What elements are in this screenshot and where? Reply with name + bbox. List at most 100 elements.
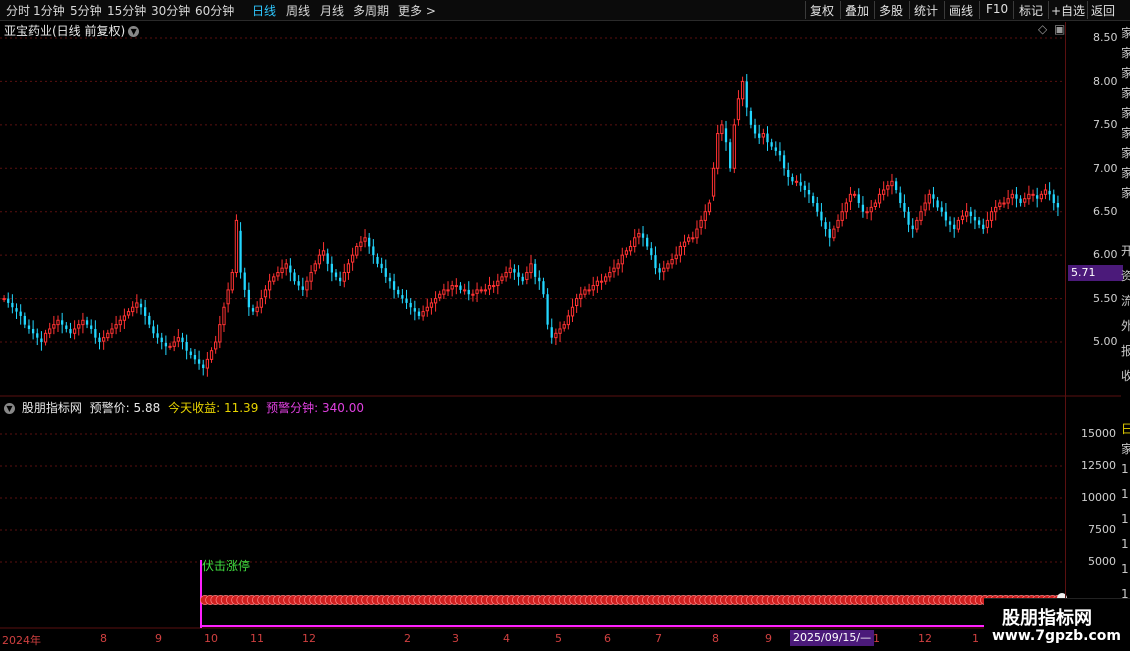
candle-body xyxy=(1031,193,1035,196)
date-label: 2 xyxy=(404,632,411,645)
price-axis-label: 5.00 xyxy=(1093,335,1118,348)
candle-body xyxy=(803,185,806,190)
candle-body xyxy=(869,206,873,213)
chevron-down-icon[interactable]: ▼ xyxy=(4,403,15,414)
candle-body xyxy=(882,189,886,195)
candle-body xyxy=(205,358,210,369)
candle-body xyxy=(209,350,214,360)
candle-body xyxy=(263,289,268,298)
warn-price-label: 预警价: xyxy=(89,401,130,415)
candle-body xyxy=(384,268,387,277)
candle-body xyxy=(321,250,326,256)
candle-body xyxy=(969,211,972,217)
candle-body xyxy=(326,253,329,264)
candle-body xyxy=(330,263,333,273)
candle-body xyxy=(674,254,678,260)
date-label: 7 xyxy=(655,632,662,645)
today-return-value: 11.39 xyxy=(223,401,259,415)
date-label: 2024年 xyxy=(2,634,41,647)
candle-body xyxy=(239,230,242,273)
candle-body xyxy=(666,263,670,269)
candle-body xyxy=(69,328,72,334)
candle-body xyxy=(794,180,799,183)
candle-body xyxy=(570,306,575,317)
date-label: 5 xyxy=(555,632,562,645)
right-strip-char: 报 xyxy=(1121,344,1130,358)
candle-body xyxy=(770,142,773,147)
candle-body xyxy=(267,280,272,291)
candle-body xyxy=(309,272,313,282)
candle-body xyxy=(877,193,882,204)
candle-body xyxy=(1023,198,1027,203)
candle-body xyxy=(587,289,591,292)
candle-body xyxy=(15,308,18,312)
candle-body xyxy=(446,289,450,292)
candle-body xyxy=(417,311,421,316)
indicator-axis-label: 12500 xyxy=(1081,459,1116,472)
price-axis-label: 6.50 xyxy=(1093,205,1118,218)
date-label: 1 xyxy=(972,632,979,645)
candlestick-chart[interactable] xyxy=(0,0,1130,650)
candle-body xyxy=(848,193,853,202)
candle-body xyxy=(259,298,263,308)
candle-body xyxy=(425,306,429,312)
candle-body xyxy=(492,285,496,288)
candle-body xyxy=(483,289,488,292)
right-strip-char: 外 xyxy=(1121,319,1130,333)
candle-body xyxy=(1002,202,1006,205)
date-label: 9 xyxy=(155,632,162,645)
candle-body xyxy=(313,263,317,272)
candle-body xyxy=(852,193,857,196)
candle-body xyxy=(359,241,363,247)
candle-body xyxy=(272,276,276,282)
date-label: 12 xyxy=(302,632,316,645)
candle-body xyxy=(342,272,346,282)
candle-body xyxy=(372,246,375,256)
candle-body xyxy=(297,281,300,286)
today-return-label: 今天收益: xyxy=(168,401,221,415)
candle-body xyxy=(65,325,68,329)
candle-body xyxy=(40,338,43,342)
candle-body xyxy=(558,328,562,334)
candle-body xyxy=(164,342,168,347)
candle-body xyxy=(450,285,454,290)
candle-body xyxy=(156,333,159,338)
indicator-gridlines xyxy=(0,433,1065,563)
crosshair-date-tag: 2025/09/15/— xyxy=(790,630,875,646)
candle-body xyxy=(148,315,151,325)
watermark-box: 股朋指标网 www.7gpzb.com xyxy=(984,598,1130,651)
candle-body xyxy=(599,280,604,283)
candle-body xyxy=(782,155,786,169)
candle-body xyxy=(1015,194,1018,199)
candle-body xyxy=(761,133,765,138)
candle-body xyxy=(90,325,93,329)
candle-body xyxy=(873,202,878,208)
price-axis-label: 8.50 xyxy=(1093,31,1118,44)
right-strip-char: 家 xyxy=(1121,186,1130,200)
candle-body xyxy=(736,98,741,121)
candle-body xyxy=(932,194,935,199)
right-strip-char: 1 xyxy=(1121,537,1129,551)
candle-body xyxy=(126,311,131,316)
right-strip-char: 1 xyxy=(1121,562,1129,576)
right-strip-char: 日 xyxy=(1121,422,1130,436)
candle-body xyxy=(106,332,110,339)
candle-body xyxy=(965,211,969,217)
candle-body xyxy=(554,332,558,339)
candle-body xyxy=(176,337,180,342)
candle-body xyxy=(139,303,143,308)
right-strip-char: 家 xyxy=(1121,126,1130,140)
candle-body xyxy=(998,202,1002,208)
candle-body xyxy=(678,245,683,256)
candle-body xyxy=(534,263,537,277)
date-label: 10 xyxy=(204,632,218,645)
candle-body xyxy=(214,341,218,350)
candle-body xyxy=(977,220,981,225)
candle-body xyxy=(682,241,687,247)
candle-body xyxy=(840,211,844,221)
candle-body xyxy=(562,324,566,329)
candle-body xyxy=(380,263,383,269)
right-strip-char: 1 xyxy=(1121,512,1129,526)
candle-body xyxy=(218,324,222,343)
candle-body xyxy=(583,289,587,295)
